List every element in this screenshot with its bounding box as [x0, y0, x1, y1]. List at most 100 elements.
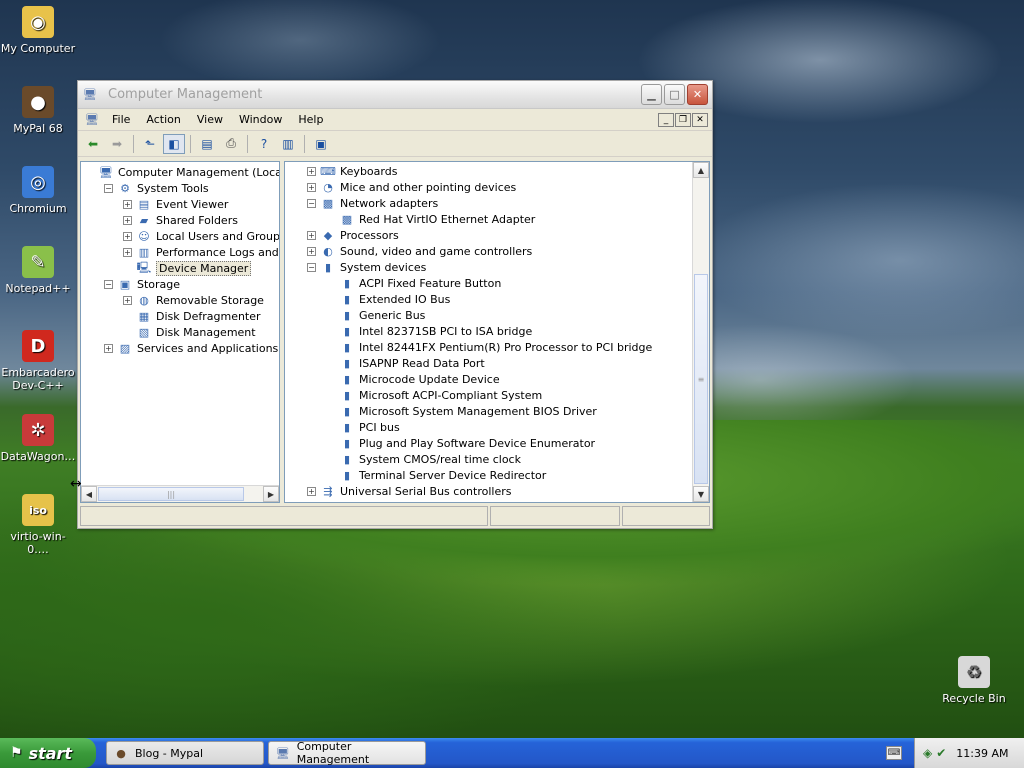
mdi-close-button[interactable]: ✕ [692, 112, 708, 127]
desktop-shortcut[interactable]: ✎ Notepad++ [0, 246, 76, 295]
tree-item[interactable]: + ☺ Local Users and Groups [123, 228, 279, 244]
taskbar-item-blog-mypal[interactable]: ● Blog - Mypal [106, 741, 264, 765]
taskbar-item-computer-management[interactable]: 🖥 Computer Management [268, 740, 426, 766]
tree-item[interactable]: ▮ ACPI Fixed Feature Button [326, 275, 501, 291]
expand-icon[interactable]: + [123, 295, 132, 305]
tree-item-label: Plug and Play Software Device Enumerator [359, 436, 596, 450]
back-arrow-icon[interactable]: ⬅ [82, 134, 104, 154]
device-tree-pane[interactable]: + ⌨ Keyboards + ◔ Mice and other pointing dev… [284, 161, 710, 503]
tree-item[interactable]: ▮ Intel 82441FX Pentium(R) Pro Processor … [326, 339, 652, 355]
tree-item[interactable]: ▮ Microsoft System Management BIOS Driver [326, 403, 597, 419]
console-tree-pane[interactable]: 🖥 Computer Management (Local) − ⚙ System Too… [80, 161, 280, 503]
tree-item[interactable]: ▧ Disk Management [123, 324, 256, 340]
tree-item[interactable]: ▮ Microcode Update Device [326, 371, 500, 387]
collapse-icon[interactable]: − [104, 279, 113, 289]
properties-icon[interactable]: ▤ [196, 134, 218, 154]
tree-item[interactable]: ▩ Red Hat VirtIO Ethernet Adapter [326, 211, 536, 227]
tree-item[interactable]: ▦ Disk Defragmenter [123, 308, 261, 324]
desktop-shortcut[interactable]: ◉ My Computer [0, 6, 76, 55]
tree-item[interactable]: + ◔ Mice and other pointing devices [307, 179, 516, 195]
scroll-up-arrow-icon[interactable]: ▲ [693, 162, 709, 178]
right-vertical-scrollbar[interactable]: ▲ ≡ ▼ [692, 162, 709, 502]
tree-item[interactable]: 🖥 Computer Management (Local) [85, 164, 279, 180]
expand-icon[interactable]: + [123, 215, 132, 225]
close-button[interactable]: ✕ [687, 84, 708, 105]
up-one-level-icon[interactable]: ⬑ [139, 134, 161, 154]
scroll-thumb[interactable]: ||| [98, 487, 244, 501]
tree-item[interactable]: ▮ PCI bus [326, 419, 400, 435]
tree-item[interactable]: − ▣ Storage [104, 276, 180, 292]
scan-hardware-icon[interactable]: ▣ [310, 134, 332, 154]
keyboard-layout-icon[interactable]: ⌨ [886, 746, 902, 760]
safely-remove-tray-icon[interactable]: ✔ [936, 746, 946, 760]
tree-item[interactable]: + ◆ Processors [307, 227, 399, 243]
tree-item[interactable]: + ⇶ Universal Serial Bus controllers [307, 483, 511, 499]
device-icon: ▮ [343, 308, 351, 322]
tree-item[interactable]: + ◐ Sound, video and game controllers [307, 243, 532, 259]
tree-item[interactable]: ▮ Plug and Play Software Device Enumerato… [326, 435, 595, 451]
tree-item[interactable]: ▮ System CMOS/real time clock [326, 451, 521, 467]
scroll-thumb[interactable]: ≡ [694, 274, 708, 484]
title-bar[interactable]: 🖥 Computer Management ▁ □ ✕ [78, 81, 712, 109]
expand-icon[interactable]: + [307, 486, 316, 496]
desktop-shortcut[interactable]: ✲ DataWagon… [0, 414, 76, 463]
start-button[interactable]: ⚑ start [0, 738, 96, 768]
expand-icon[interactable]: + [307, 166, 316, 176]
tree-item[interactable]: 🖳 Device Manager [123, 260, 252, 276]
tree-item[interactable]: ▮ Generic Bus [326, 307, 425, 323]
expand-icon[interactable]: + [123, 199, 132, 209]
mdi-minimize-button[interactable]: _ [658, 112, 674, 127]
tree-item[interactable]: − ▩ Network adapters [307, 195, 438, 211]
forward-arrow-icon[interactable]: ➡ [106, 134, 128, 154]
scroll-left-arrow-icon[interactable]: ◀ [81, 486, 97, 502]
show-hide-tree-icon[interactable]: ◧ [163, 133, 185, 154]
tree-item[interactable]: ▮ Terminal Server Device Redirector [326, 467, 546, 483]
tree-item[interactable]: ▮ ISAPNP Read Data Port [326, 355, 485, 371]
mdi-restore-button[interactable]: ❐ [675, 112, 691, 127]
collapse-icon[interactable]: − [307, 262, 316, 272]
menu-window[interactable]: Window [231, 111, 290, 128]
maximize-button[interactable]: □ [664, 84, 685, 105]
expand-icon[interactable]: + [104, 343, 113, 353]
computer-management-window[interactable]: 🖥 Computer Management ▁ □ ✕ 🖥 File Actio… [77, 80, 713, 529]
datawagon-icon: ✲ [22, 414, 54, 446]
expand-icon[interactable]: + [123, 231, 132, 241]
scroll-down-arrow-icon[interactable]: ▼ [693, 486, 709, 502]
collapse-icon[interactable]: − [104, 183, 113, 193]
tree-item[interactable]: ▮ Intel 82371SB PCI to ISA bridge [326, 323, 532, 339]
desktop-shortcut[interactable]: iso virtio-win-0.… [0, 494, 76, 556]
tree-item[interactable]: + ⌨ Keyboards [307, 163, 397, 179]
services-icon: ▨ [119, 341, 131, 355]
expand-icon[interactable]: + [123, 247, 132, 257]
menu-action[interactable]: Action [138, 111, 188, 128]
network-tray-icon[interactable]: ◈ [923, 746, 932, 760]
left-horizontal-scrollbar[interactable]: ◀ ||| ▶ [81, 485, 279, 502]
clock[interactable]: 11:39 AM [956, 747, 1008, 760]
tree-item[interactable]: + ▤ Event Viewer [123, 196, 228, 212]
show-hide-action-pane-icon[interactable]: ▥ [277, 134, 299, 154]
expand-icon[interactable]: + [307, 230, 316, 240]
help-icon[interactable]: ? [253, 134, 275, 154]
desktop-shortcut[interactable]: ◎ Chromium [0, 166, 76, 215]
recycle-bin-shortcut[interactable]: ♻ Recycle Bin [936, 656, 1012, 705]
tree-item[interactable]: + ◍ Removable Storage [123, 292, 264, 308]
tree-item[interactable]: − ▮ System devices [307, 259, 426, 275]
scroll-right-arrow-icon[interactable]: ▶ [263, 486, 279, 502]
expand-icon[interactable]: + [307, 246, 316, 256]
mdi-child-icon[interactable]: 🖥 [84, 113, 100, 127]
tree-item[interactable]: + ▰ Shared Folders [123, 212, 238, 228]
menu-help[interactable]: Help [290, 111, 331, 128]
desktop-shortcut[interactable]: D Embarcadero Dev-C++ [0, 330, 76, 392]
tree-item-label: Processors [340, 228, 399, 242]
menu-file[interactable]: File [104, 111, 138, 128]
tree-item[interactable]: ▮ Extended IO Bus [326, 291, 450, 307]
menu-view[interactable]: View [189, 111, 231, 128]
desktop-shortcut[interactable]: ● MyPal 68 [0, 86, 76, 135]
expand-icon[interactable]: + [307, 182, 316, 192]
collapse-icon[interactable]: − [307, 198, 316, 208]
tree-item[interactable]: + ▨ Services and Applications [104, 340, 278, 356]
minimize-button[interactable]: ▁ [641, 84, 662, 105]
print-icon[interactable]: ⎙ [220, 134, 242, 154]
tree-item[interactable]: − ⚙ System Tools [104, 180, 209, 196]
tree-item[interactable]: ▮ Microsoft ACPI-Compliant System [326, 387, 542, 403]
